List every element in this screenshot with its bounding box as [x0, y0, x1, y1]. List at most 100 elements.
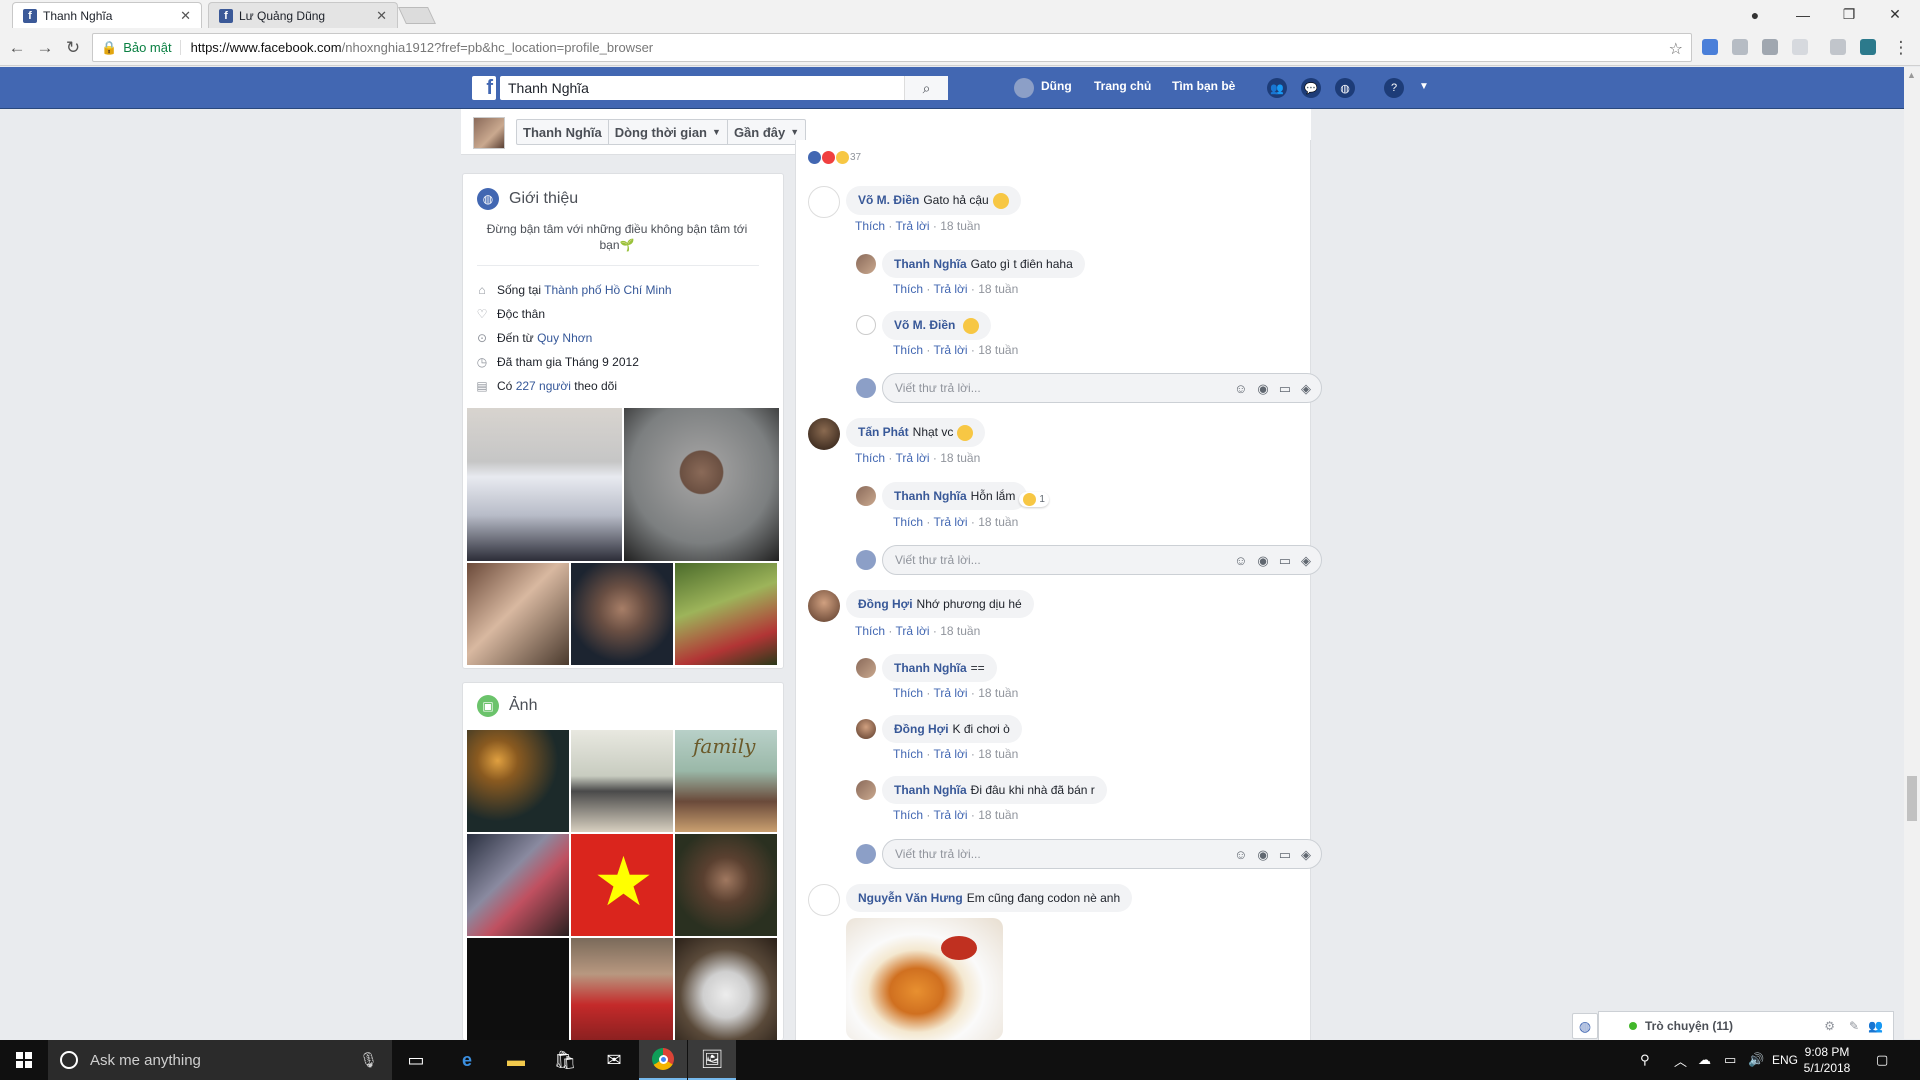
reply-author[interactable]: Võ M. Điền — [894, 318, 955, 332]
avatar[interactable] — [856, 780, 876, 800]
emoji-picker-icon[interactable]: ☺ — [1234, 381, 1247, 397]
reply-author[interactable]: Thanh Nghĩa — [894, 257, 967, 271]
facebook-search-input[interactable]: Thanh Nghĩa ⌕ — [500, 76, 948, 100]
new-message-icon[interactable]: ✎ — [1849, 1019, 1859, 1033]
like-link[interactable]: Thích — [855, 451, 885, 465]
network-icon[interactable]: ▭ — [1724, 1040, 1736, 1080]
avatar[interactable] — [856, 486, 876, 506]
back-icon[interactable]: ← — [6, 37, 28, 59]
from-place-link[interactable]: Quy Nhơn — [537, 331, 592, 345]
show-hidden-icons-chevron-up-icon[interactable]: ︿ — [1674, 1040, 1687, 1080]
action-center-icon[interactable]: ▢ — [1876, 1040, 1888, 1080]
photo-thumbnail[interactable] — [467, 730, 569, 832]
reply-time[interactable]: 18 tuần — [978, 808, 1018, 822]
reply-link[interactable]: Trả lời — [933, 343, 967, 357]
like-link[interactable]: Thích — [893, 747, 923, 761]
search-icon[interactable]: ⌕ — [904, 76, 948, 100]
sticker-icon[interactable]: ◈ — [1301, 381, 1311, 397]
messenger-icon[interactable]: 💬 — [1301, 78, 1321, 98]
comment-author[interactable]: Tấn Phát — [858, 425, 909, 439]
camera-icon[interactable]: ◉ — [1257, 381, 1268, 397]
help-icon[interactable]: ? — [1384, 78, 1404, 98]
store-icon[interactable]: 🛍 — [541, 1040, 589, 1080]
camera-icon[interactable]: ◉ — [1257, 553, 1268, 569]
chrome-menu-icon[interactable]: ⋮ — [1890, 37, 1912, 59]
comment-time[interactable]: 18 tuần — [940, 624, 980, 638]
nav-profile-link[interactable]: Dũng — [1041, 79, 1072, 93]
sticker-icon[interactable]: ◈ — [1301, 847, 1311, 863]
sticker-icon[interactable]: ◈ — [1301, 553, 1311, 569]
settings-extension-icon[interactable] — [1830, 39, 1846, 55]
reply-input[interactable]: Viết thư trả lời... ☺ ◉ ▭ ◈ — [882, 545, 1322, 575]
friend-requests-icon[interactable]: 👥 — [1267, 78, 1287, 98]
reload-icon[interactable]: ↻ — [62, 37, 84, 59]
avatar[interactable] — [808, 418, 840, 450]
nav-home-link[interactable]: Trang chủ — [1094, 79, 1151, 93]
reply-link[interactable]: Trả lời — [933, 747, 967, 761]
chat-sidebar-bar[interactable]: Trò chuyện (11) ⚙ ✎ 👥 — [1598, 1011, 1894, 1040]
cortana-search-box[interactable]: Ask me anything 🎙 — [48, 1040, 392, 1080]
gif-icon[interactable]: ▭ — [1279, 553, 1291, 569]
comment-time[interactable]: 18 tuần — [940, 451, 980, 465]
like-link[interactable]: Thích — [855, 219, 885, 233]
comment-author[interactable]: Nguyễn Văn Hưng — [858, 891, 963, 905]
reply-link[interactable]: Trả lời — [895, 624, 929, 638]
create-group-icon[interactable]: 👥 — [1868, 1019, 1883, 1033]
volume-icon[interactable]: 🔊 — [1748, 1040, 1764, 1080]
reply-input[interactable]: Viết thư trả lời... ☺ ◉ ▭ ◈ — [882, 373, 1322, 403]
avatar[interactable] — [856, 254, 876, 274]
comment-time[interactable]: 18 tuần — [940, 219, 980, 233]
mail-icon[interactable]: ✉ — [590, 1040, 638, 1080]
profile-avatar[interactable] — [473, 117, 505, 149]
featured-photo[interactable] — [467, 563, 569, 665]
like-link[interactable]: Thích — [893, 282, 923, 296]
like-link[interactable]: Thích — [855, 624, 885, 638]
reply-author[interactable]: Đồng Hợi — [894, 722, 949, 736]
photo-thumbnail[interactable]: family — [675, 730, 777, 832]
emoji-picker-icon[interactable]: ☺ — [1234, 847, 1247, 863]
edge-browser-icon[interactable]: e — [443, 1040, 491, 1080]
system-clock[interactable]: 9:08 PM 5/1/2018 — [1796, 1044, 1858, 1076]
avatar[interactable] — [808, 590, 840, 622]
photo-thumbnail[interactable] — [571, 730, 673, 832]
featured-photo[interactable] — [571, 563, 673, 665]
photos-app-icon[interactable]: 🖼 — [688, 1040, 736, 1080]
minimize-button[interactable]: — — [1780, 0, 1826, 29]
reply-time[interactable]: 18 tuần — [978, 343, 1018, 357]
photo-thumbnail[interactable] — [675, 938, 777, 1041]
followers-link[interactable]: 227 người — [516, 379, 571, 393]
reply-author[interactable]: Thanh Nghĩa — [894, 489, 967, 503]
scroll-up-arrow-icon[interactable]: ▲ — [1907, 70, 1916, 80]
featured-photo[interactable] — [467, 408, 622, 561]
maximize-button[interactable]: ❐ — [1826, 0, 1872, 29]
shield-extension-icon[interactable] — [1762, 39, 1778, 55]
chrome-taskbar-icon[interactable] — [639, 1040, 687, 1080]
avatar[interactable] — [1014, 78, 1034, 98]
photo-thumbnail[interactable] — [675, 834, 777, 936]
tab-thanh-nghia[interactable]: f Thanh Nghĩa ✕ — [12, 2, 202, 28]
reply-link[interactable]: Trả lời — [933, 808, 967, 822]
close-window-button[interactable]: ✕ — [1872, 0, 1918, 29]
like-link[interactable]: Thích — [893, 515, 923, 529]
chat-settings-gear-icon[interactable]: ⚙ — [1824, 1019, 1835, 1033]
reply-time[interactable]: 18 tuần — [978, 515, 1018, 529]
comment-reaction-badge[interactable]: 1 — [1019, 492, 1049, 507]
chat-globe-icon[interactable]: ◍ — [1572, 1013, 1598, 1039]
reply-link[interactable]: Trả lời — [933, 515, 967, 529]
bookmark-star-icon[interactable]: ☆ — [1669, 39, 1683, 59]
page-scrollbar[interactable] — [1904, 67, 1920, 1039]
gif-icon[interactable]: ▭ — [1279, 381, 1291, 397]
extension-icon[interactable] — [1792, 39, 1808, 55]
comment-food-photo[interactable] — [846, 918, 1003, 1040]
windows-start-button[interactable] — [0, 1040, 48, 1080]
close-tab-icon[interactable]: ✕ — [180, 8, 191, 24]
reply-input[interactable]: Viết thư trả lời... ☺ ◉ ▭ ◈ — [882, 839, 1322, 869]
photo-thumbnail[interactable] — [467, 938, 569, 1041]
close-tab-icon[interactable]: ✕ — [376, 8, 387, 24]
reply-link[interactable]: Trả lời — [933, 686, 967, 700]
avatar[interactable] — [808, 186, 840, 218]
gif-icon[interactable]: ▭ — [1279, 847, 1291, 863]
scrollbar-thumb[interactable] — [1907, 776, 1917, 821]
avatar[interactable] — [856, 658, 876, 678]
featured-photo[interactable] — [675, 563, 777, 665]
